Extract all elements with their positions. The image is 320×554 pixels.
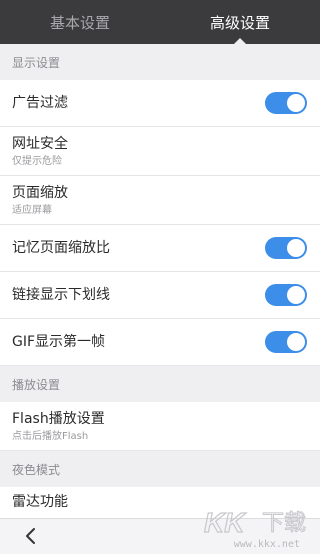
setting-flash-playback-value: 点击后播放Flash [12,430,89,442]
setting-page-zoom-value: 适应屏幕 [12,204,52,216]
setting-link-underline[interactable]: 链接显示下划线 [0,272,320,319]
section-header-display-label: 显示设置 [12,55,61,70]
section-header-night: 夜色模式 [0,451,320,487]
svg-text:KK: KK [204,507,246,538]
setting-ad-filter[interactable]: 广告过滤 [0,80,320,127]
setting-url-security-value: 仅提示危险 [12,155,62,167]
setting-flash-playback-label: Flash播放设置 [12,410,105,427]
tab-basic-settings-label: 基本设置 [49,13,110,32]
chevron-left-icon [26,528,35,544]
ad-filter-toggle[interactable] [265,92,307,114]
back-button[interactable] [20,525,42,547]
section-header-display: 显示设置 [0,44,320,80]
toggle-knob [287,94,305,112]
toggle-knob [287,239,305,257]
toggle-knob [287,333,305,351]
section-header-night-label: 夜色模式 [12,462,61,477]
setting-flash-playback[interactable]: Flash播放设置 点击后播放Flash [0,402,320,451]
remember-zoom-toggle[interactable] [265,237,307,259]
tab-basic-settings[interactable]: 基本设置 [0,0,160,44]
link-underline-toggle[interactable] [265,284,307,306]
setting-gif-first-frame[interactable]: GIF显示第一帧 [0,319,320,366]
gif-first-frame-toggle[interactable] [265,331,307,353]
tab-advanced-settings-label: 高级设置 [209,13,270,32]
settings-list: 显示设置 广告过滤 网址安全 仅提示危险 页面缩放 适应屏幕 记忆页面缩放比 链… [0,44,320,536]
tab-advanced-settings[interactable]: 高级设置 [160,0,320,44]
tab-bar: 基本设置 高级设置 [0,0,320,44]
section-header-playback-label: 播放设置 [12,377,61,392]
setting-url-security-label: 网址安全 [12,135,68,152]
svg-text:下载: 下载 [262,511,306,536]
toggle-knob [287,286,305,304]
setting-page-zoom-label: 页面缩放 [12,184,68,201]
section-header-playback: 播放设置 [0,366,320,402]
watermark-url: www.kkx.net [233,539,300,550]
setting-url-security[interactable]: 网址安全 仅提示危险 [0,127,320,176]
setting-page-zoom[interactable]: 页面缩放 适应屏幕 [0,176,320,225]
setting-remember-zoom[interactable]: 记忆页面缩放比 [0,225,320,272]
